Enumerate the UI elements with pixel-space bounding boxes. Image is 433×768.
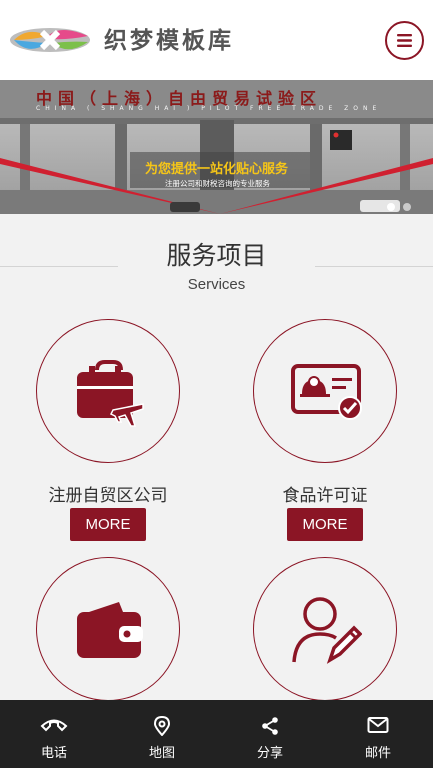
carousel-dot[interactable] [403,203,412,211]
carousel-dots [384,196,412,214]
service-icon-circle[interactable] [253,557,397,701]
section-title: 服务项目 [166,241,267,270]
site-logo[interactable]: 织梦模板库 [8,24,338,58]
more-button[interactable]: MORE [70,508,146,541]
mail-icon [367,717,389,733]
menu-button[interactable] [385,21,424,60]
flower-logo-icon [10,28,90,52]
user-edit-icon [292,597,362,664]
banner-slogan-sub: 注册公司和财税咨询的专业服务 [165,179,270,188]
header: 织梦模板库 [0,0,433,80]
share-icon [262,717,278,735]
carousel-dot[interactable] [387,203,395,211]
wallet-icon [77,602,143,658]
bottom-nav: 电话 地图 分享 邮件 [0,700,433,768]
service-label: 注册自贸区公司 [48,486,168,506]
footer-item-phone[interactable]: 电话 [0,700,108,768]
footer-label: 电话 [40,746,67,761]
banner-subtitle: CHINA ( SHANG HAI ) PILOT FREE TRADE ZON… [36,105,382,112]
phone-icon [40,719,68,732]
service-label: 食品许可证 [282,486,368,506]
banner-slogan: 为您提供一站化贴心服务 [145,162,289,177]
footer-item-mail[interactable]: 邮件 [324,700,432,768]
section-subtitle: Services [187,276,246,293]
more-button[interactable]: MORE [287,508,363,541]
footer-label: 分享 [256,746,283,761]
service-icon-circle[interactable] [36,557,180,701]
footer-item-share[interactable]: 分享 [216,700,324,768]
menu-icon [397,34,412,47]
briefcase-plane-icon [77,360,144,427]
map-pin-icon [153,716,171,736]
service-icon-circle[interactable] [36,319,180,463]
footer-label: 地图 [148,746,175,761]
footer-label: 邮件 [364,746,391,761]
hero-banner[interactable]: 中国（上海）自由贸易试验区 CHINA ( SHANG HAI ) PILOT … [0,80,433,214]
logo-text: 织梦模板库 [104,28,234,54]
license-card-icon [291,364,362,420]
service-icon-circle[interactable] [253,319,397,463]
footer-item-map[interactable]: 地图 [108,700,216,768]
